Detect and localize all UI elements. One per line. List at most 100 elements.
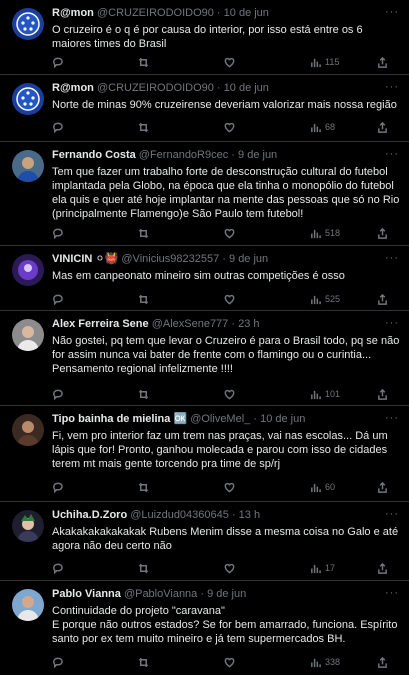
avatar[interactable] (12, 83, 44, 115)
like-button[interactable] (224, 387, 235, 401)
like-button[interactable] (224, 226, 235, 240)
reply-button[interactable] (52, 655, 63, 669)
retweet-button[interactable] (138, 480, 149, 494)
avatar[interactable] (12, 150, 44, 182)
share-button[interactable] (377, 55, 388, 69)
retweet-button[interactable] (138, 561, 149, 575)
author-handle[interactable]: @PabloVianna (124, 588, 197, 600)
author-name[interactable]: Fernando Costa (52, 149, 136, 161)
like-button[interactable] (224, 561, 235, 575)
views-button[interactable]: 525 (310, 292, 340, 306)
separator-dot: · (216, 7, 221, 19)
tweet-text: Akakakakakakakak Rubens Menim disse a me… (52, 526, 399, 552)
tweet-text: Tem que fazer um trabalho forte de desco… (52, 166, 400, 220)
tweet-date[interactable]: 23 h (238, 318, 259, 330)
avatar[interactable] (12, 319, 44, 351)
retweet-button[interactable] (138, 55, 149, 69)
tweet-date[interactable]: 10 de jun (260, 413, 305, 425)
tweet[interactable]: Tipo bainha de mielina 🆗 @OliveMel_ · 10… (0, 406, 409, 502)
reply-button[interactable] (52, 561, 63, 575)
author-name[interactable]: Uchiha.D.Zoro (52, 509, 127, 521)
author-handle[interactable]: @CRUZEIRODOIDO90 (97, 82, 214, 94)
more-options-icon[interactable]: ··· (385, 81, 399, 93)
more-options-icon[interactable]: ··· (385, 252, 399, 264)
avatar[interactable] (12, 414, 44, 446)
views-count: 60 (325, 482, 336, 492)
retweet-button[interactable] (138, 292, 149, 306)
more-options-icon[interactable]: ··· (385, 6, 399, 18)
like-button[interactable] (224, 120, 235, 134)
more-options-icon[interactable]: ··· (385, 587, 399, 599)
like-button[interactable] (224, 655, 235, 669)
retweet-button[interactable] (138, 226, 149, 240)
views-button[interactable]: 338 (310, 655, 340, 669)
like-button[interactable] (224, 292, 235, 306)
share-button[interactable] (377, 226, 388, 240)
avatar[interactable] (12, 254, 44, 286)
reply-button[interactable] (52, 120, 63, 134)
share-button[interactable] (377, 120, 388, 134)
retweet-button[interactable] (138, 120, 149, 134)
tweet-date[interactable]: 9 de jun (229, 253, 268, 265)
more-options-icon[interactable]: ··· (385, 508, 399, 520)
reply-button[interactable] (52, 387, 63, 401)
author-handle[interactable]: @FernandoR9cec (139, 149, 228, 161)
tweet[interactable]: R@mon @CRUZEIRODOIDO90 · 10 de jun O cru… (0, 0, 409, 75)
reply-button[interactable] (52, 292, 63, 306)
author-handle[interactable]: @CRUZEIRODOIDO90 (97, 7, 214, 19)
tweet-date[interactable]: 9 de jun (207, 588, 246, 600)
name-emoji: 🆗 (173, 413, 188, 425)
tweet[interactable]: R@mon @CRUZEIRODOIDO90 · 10 de jun Norte… (0, 75, 409, 142)
heart-icon (224, 57, 235, 68)
views-button[interactable]: 60 (310, 480, 335, 494)
share-button[interactable] (377, 561, 388, 575)
share-button[interactable] (377, 387, 388, 401)
views-button[interactable]: 17 (310, 561, 335, 575)
tweet-date[interactable]: 10 de jun (224, 7, 269, 19)
more-options-icon[interactable]: ··· (385, 317, 399, 329)
tweet-feed: R@mon @CRUZEIRODOIDO90 · 10 de jun O cru… (0, 0, 409, 675)
views-count: 518 (325, 228, 341, 238)
share-icon (378, 56, 387, 68)
avatar[interactable] (12, 510, 44, 542)
author-name[interactable]: Pablo Vianna (52, 588, 121, 600)
tweet[interactable]: Pablo Vianna @PabloVianna · 9 de jun Con… (0, 581, 409, 675)
share-button[interactable] (377, 292, 388, 306)
tweet[interactable]: Alex Ferreira Sene @AlexSene777 · 23 h N… (0, 311, 409, 406)
more-options-icon[interactable]: ··· (385, 148, 399, 160)
tweet[interactable]: Fernando Costa @FernandoR9cec · 9 de jun… (0, 142, 409, 246)
author-name[interactable]: VINICIN (52, 253, 92, 265)
author-handle[interactable]: @AlexSene777 (152, 318, 229, 330)
views-button[interactable]: 115 (310, 55, 339, 69)
reply-icon (53, 294, 63, 305)
avatar[interactable] (12, 8, 44, 40)
retweet-button[interactable] (138, 655, 149, 669)
views-button[interactable]: 101 (310, 387, 340, 401)
views-button[interactable]: 68 (310, 120, 335, 134)
author-name[interactable]: Alex Ferreira Sene (52, 318, 149, 330)
share-button[interactable] (377, 655, 388, 669)
tweet-date[interactable]: 10 de jun (224, 82, 269, 94)
share-button[interactable] (377, 480, 388, 494)
like-button[interactable] (224, 55, 235, 69)
tweet-date[interactable]: 9 de jun (238, 149, 277, 161)
views-count: 115 (325, 57, 340, 67)
like-button[interactable] (224, 480, 235, 494)
author-name[interactable]: R@mon (52, 82, 94, 94)
more-options-icon[interactable]: ··· (385, 412, 399, 424)
tweet-actions: 60 (52, 480, 401, 494)
avatar[interactable] (12, 589, 44, 621)
retweet-button[interactable] (138, 387, 149, 401)
author-handle[interactable]: @OliveMel_ (190, 413, 250, 425)
author-name[interactable]: Tipo bainha de mielina (52, 413, 170, 425)
reply-button[interactable] (52, 480, 63, 494)
author-handle[interactable]: @Vinicius98232557 (121, 253, 219, 265)
author-handle[interactable]: @Luizdud04360645 (130, 509, 229, 521)
tweet-date[interactable]: 13 h (239, 509, 260, 521)
reply-button[interactable] (52, 226, 63, 240)
views-button[interactable]: 518 (310, 226, 340, 240)
author-name[interactable]: R@mon (52, 7, 94, 19)
tweet[interactable]: VINICIN ⚪👹 @Vinicius98232557 · 9 de jun … (0, 246, 409, 311)
reply-button[interactable] (52, 55, 63, 69)
tweet[interactable]: Uchiha.D.Zoro @Luizdud04360645 · 13 h Ak… (0, 502, 409, 581)
